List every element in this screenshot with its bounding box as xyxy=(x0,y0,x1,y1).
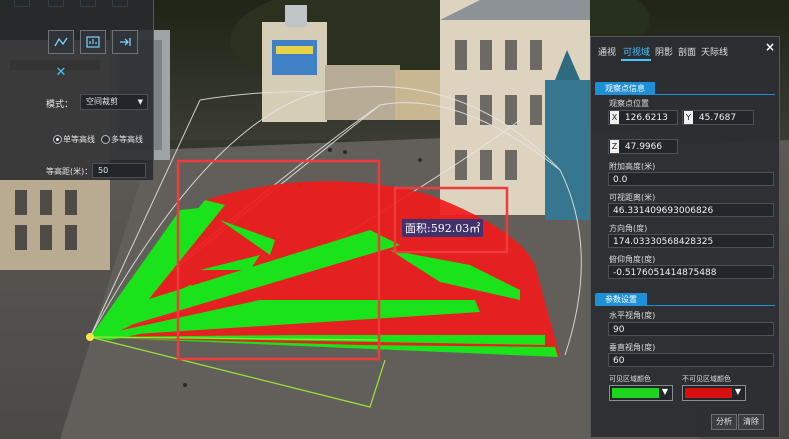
tab-skyline[interactable]: 天际线 xyxy=(701,45,728,58)
y-tag: Y xyxy=(684,111,693,124)
radio-single-contour[interactable] xyxy=(53,135,62,144)
radio-multi-contour[interactable] xyxy=(101,135,110,144)
direction-label: 方向角(度) xyxy=(609,224,648,233)
z-input[interactable]: Z 47.9966 xyxy=(608,139,678,154)
analyze-button[interactable]: 分析 xyxy=(711,414,737,430)
contour-interval-value: 50 xyxy=(98,166,109,175)
x-tag: X xyxy=(610,111,619,124)
x-input[interactable]: X 126.6213 xyxy=(608,110,678,125)
observer-point xyxy=(86,333,94,341)
hfov-label: 水平视角(度) xyxy=(609,311,656,320)
tab-line-of-sight[interactable]: 通视 xyxy=(598,45,616,58)
tab-viewshed[interactable]: 可视域 xyxy=(623,45,650,58)
contour-interval-input[interactable]: 50 xyxy=(92,163,146,178)
close-icon[interactable]: × xyxy=(765,40,775,54)
z-tag: Z xyxy=(610,140,619,153)
area-label: 面积:592.03㎡ xyxy=(402,219,484,237)
close-icon[interactable]: ✕ xyxy=(48,61,74,85)
vfov-label: 垂直视角(度) xyxy=(609,343,656,352)
clear-button[interactable]: 清除 xyxy=(738,414,764,430)
view-distance-label: 可视距离(米) xyxy=(609,193,656,202)
visible-color-swatch xyxy=(612,388,659,398)
mode-label: 模式： xyxy=(46,100,74,110)
extra-height-input[interactable]: 0.0 xyxy=(608,172,774,186)
radio-multi-label: 多等高线 xyxy=(111,135,143,144)
chevron-down-icon: ▼ xyxy=(661,387,668,396)
active-tab-indicator xyxy=(621,59,651,61)
view-distance-input[interactable]: 46.331409693006826 xyxy=(608,203,774,217)
visible-color-label: 可见区域颜色 xyxy=(609,375,651,383)
divider xyxy=(595,305,775,306)
y-value: 45.7687 xyxy=(698,113,737,123)
analysis-panel: 通视 可视域 阴影 剖面 天际线 × 观察点信息 观察点位置 X 126.621… xyxy=(590,36,780,438)
chevron-down-icon: ▼ xyxy=(137,98,143,106)
invisible-color-picker[interactable]: ▼ xyxy=(682,385,746,401)
measure-icon[interactable] xyxy=(48,30,74,54)
export-icon[interactable] xyxy=(112,30,138,54)
y-input[interactable]: Y 45.7687 xyxy=(682,110,754,125)
contour-tool-panel: ✕ 模式： 空间裁剪 ▼ 单等高线 多等高线 等高距(米)： 50 xyxy=(0,0,154,180)
invisible-color-label: 不可见区域颜色 xyxy=(682,375,731,383)
visible-color-picker[interactable]: ▼ xyxy=(609,385,673,401)
extra-height-label: 附加高度(米) xyxy=(609,162,656,171)
tab-profile[interactable]: 剖面 xyxy=(678,45,696,58)
pitch-input[interactable]: -0.5176051414875488 xyxy=(608,265,774,279)
invisible-color-swatch xyxy=(685,388,732,398)
tab-shadow[interactable]: 阴影 xyxy=(655,45,673,58)
x-value: 126.6213 xyxy=(624,113,668,123)
radio-single-label: 单等高线 xyxy=(63,135,95,144)
vfov-input[interactable]: 60 xyxy=(608,353,774,367)
hfov-input[interactable]: 90 xyxy=(608,322,774,336)
observer-position-label: 观察点位置 xyxy=(609,99,649,108)
divider xyxy=(595,94,775,95)
contour-interval-label: 等高距(米)： xyxy=(46,167,93,176)
mode-select-value: 空间裁剪 xyxy=(86,97,118,106)
z-value: 47.9966 xyxy=(624,142,663,152)
chart-icon[interactable] xyxy=(80,30,106,54)
pitch-label: 俯仰角度(度) xyxy=(609,255,656,264)
chevron-down-icon: ▼ xyxy=(734,387,741,396)
direction-input[interactable]: 174.03330568428325 xyxy=(608,234,774,248)
mode-select[interactable]: 空间裁剪 ▼ xyxy=(80,94,148,110)
